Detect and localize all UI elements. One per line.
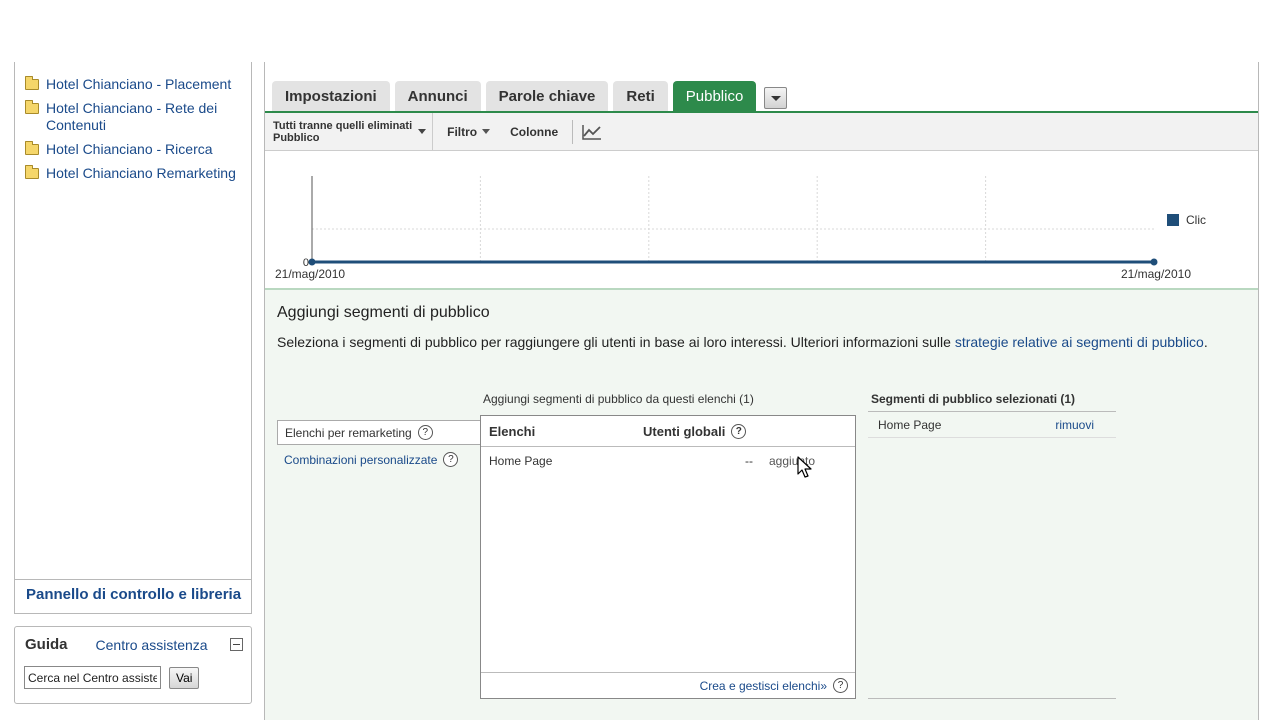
segments-description: Seleziona i segmenti di pubblico per rag… — [277, 333, 1212, 352]
list-type-nav: Elenchi per remarketing ? Combinazioni p… — [277, 420, 482, 472]
more-tabs-dropdown-icon[interactable] — [764, 87, 788, 109]
chart-x-tick-label: 21/mag/2010 — [1121, 267, 1191, 281]
selected-segments-list: Home Page rimuovi — [868, 411, 1116, 699]
status-filter-line2: Pubblico — [273, 131, 320, 144]
list-item: Home Page rimuovi — [868, 412, 1116, 438]
folder-icon — [25, 76, 39, 90]
control-panel-link[interactable]: Pannello di controllo e libreria — [26, 586, 241, 603]
filter-button-label: Filtro — [447, 124, 478, 139]
performance-chart: 0 21/mag/2010 21/mag/2010 Clic — [265, 152, 1258, 288]
custom-combinations-link[interactable]: Combinazioni personalizzate ? — [277, 447, 482, 472]
campaign-label: Hotel Chianciano - Rete dei Contenuti — [46, 100, 218, 133]
filter-button[interactable]: Filtro — [437, 125, 500, 139]
tab-pubblico[interactable]: Pubblico — [672, 81, 757, 112]
lists-table: Elenchi Utenti globali ? Home Page -- ag… — [480, 415, 856, 699]
manage-lists-link[interactable]: Crea e gestisci elenchi» — [700, 679, 827, 693]
chart-x-tick-label: 21/mag/2010 — [275, 267, 345, 281]
segments-title: Aggiungi segmenti di pubblico — [277, 304, 490, 321]
help-icon[interactable]: ? — [417, 425, 433, 440]
help-search-input[interactable] — [24, 666, 161, 689]
lists-table-header: Elenchi Utenti globali ? — [481, 416, 855, 447]
campaign-label: Hotel Chianciano Remarketing — [46, 165, 236, 181]
line-chart-icon[interactable] — [581, 123, 603, 141]
chart-svg: 021/mag/2010 21/mag/2010Clic — [275, 176, 1206, 281]
added-status: aggiunto — [769, 454, 816, 468]
segment-strategies-link[interactable]: strategie relative ai segmenti di pubbli… — [955, 334, 1204, 350]
chart-data-point — [308, 258, 316, 266]
campaign-item-placement[interactable]: Hotel Chianciano - Placement — [25, 76, 251, 93]
audience-segments-panel: Aggiungi segmenti di pubblico Seleziona … — [265, 288, 1258, 720]
chart-legend-swatch — [1167, 214, 1179, 226]
help-search-button[interactable]: Vai — [169, 666, 200, 689]
folder-icon — [25, 100, 39, 114]
campaign-label: Hotel Chianciano - Placement — [46, 76, 232, 92]
campaign-label: Hotel Chianciano - Ricerca — [46, 141, 213, 157]
toolbar-divider — [572, 119, 574, 144]
campaign-item-rete-contenuti[interactable]: Hotel Chianciano - Rete dei Contenuti — [25, 100, 251, 134]
chevron-down-icon — [482, 129, 491, 134]
remarketing-lists-tab[interactable]: Elenchi per remarketing ? — [277, 420, 482, 445]
tab-parole-chiave[interactable]: Parole chiave — [485, 81, 609, 112]
folder-icon — [25, 165, 39, 179]
selected-segments-heading: Segmenti di pubblico selezionati (1) — [871, 392, 1076, 406]
tab-annunci[interactable]: Annunci — [394, 81, 481, 112]
sidebar-footer: Pannello di controllo e libreria — [15, 579, 251, 613]
campaign-item-ricerca[interactable]: Hotel Chianciano - Ricerca — [25, 141, 251, 158]
tab-bar: Impostazioni Annunci Parole chiave Reti … — [272, 81, 788, 112]
help-box: Guida Centro assistenza Vai — [14, 626, 252, 704]
toolbar: Tutti tranne quelli eliminati Pubblico F… — [265, 112, 1258, 151]
selected-segment-name: Home Page — [878, 417, 942, 432]
columns-button-label: Colonne — [510, 124, 559, 139]
status-filter-text: Tutti tranne quelli eliminati Pubblico — [273, 120, 412, 144]
help-header: Guida Centro assistenza — [15, 627, 251, 653]
campaign-list: Hotel Chianciano - Placement Hotel Chian… — [15, 62, 251, 182]
status-filter-line1: Tutti tranne quelli eliminati — [273, 119, 413, 132]
column-header-global-users-label: Utenti globali — [643, 423, 726, 439]
chevron-down-icon — [418, 129, 427, 134]
help-icon[interactable]: ? — [833, 678, 848, 693]
segments-description-text: Seleziona i segmenti di pubblico per rag… — [277, 334, 955, 350]
remove-segment-link[interactable]: rimuovi — [1055, 418, 1094, 432]
chart-legend-label: Clic — [1186, 213, 1206, 227]
campaign-item-remarketing[interactable]: Hotel Chianciano Remarketing — [25, 165, 251, 182]
table-row: Home Page -- aggiunto — [481, 447, 855, 475]
remarketing-lists-label: Elenchi per remarketing — [285, 425, 412, 440]
column-header-global-users: Utenti globali ? — [643, 423, 747, 439]
status-filter-select[interactable]: Tutti tranne quelli eliminati Pubblico — [265, 112, 434, 151]
lists-heading: Aggiungi segmenti di pubblico da questi … — [483, 392, 754, 406]
list-name: Home Page — [489, 454, 553, 468]
custom-combinations-label: Combinazioni personalizzate — [284, 452, 438, 467]
tab-reti[interactable]: Reti — [613, 81, 668, 112]
help-center-link[interactable]: Centro assistenza — [96, 637, 208, 653]
lists-table-footer: Crea e gestisci elenchi» ? — [481, 672, 855, 698]
help-icon[interactable]: ? — [731, 423, 747, 439]
segments-description-end: . — [1203, 334, 1208, 350]
help-icon[interactable]: ? — [443, 452, 459, 467]
main-content: Impostazioni Annunci Parole chiave Reti … — [264, 62, 1259, 720]
tab-impostazioni[interactable]: Impostazioni — [272, 81, 390, 112]
global-users-value: -- — [745, 454, 753, 468]
column-header-lists: Elenchi — [489, 423, 536, 439]
help-search: Vai — [15, 653, 251, 689]
folder-icon — [25, 141, 39, 155]
help-title: Guida — [25, 636, 68, 653]
chart-data-point — [1150, 258, 1158, 266]
columns-button[interactable]: Colonne — [500, 125, 568, 139]
sidebar: Hotel Chianciano - Placement Hotel Chian… — [14, 62, 252, 614]
collapse-icon[interactable] — [230, 638, 243, 651]
